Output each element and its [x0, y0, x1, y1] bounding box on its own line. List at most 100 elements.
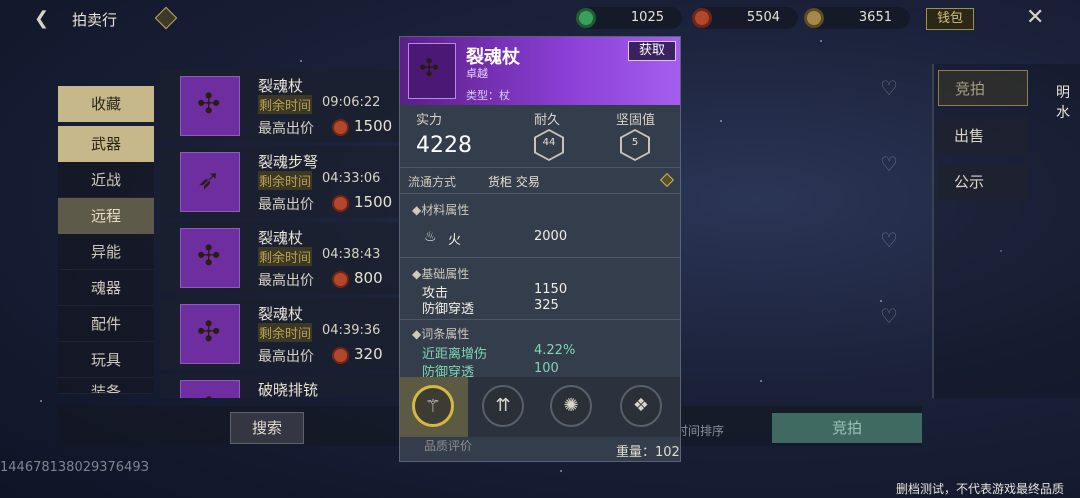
item-thumbnail: ✣	[180, 76, 240, 136]
tab-sell[interactable]: 出售	[938, 118, 1028, 154]
bid-value: 320	[354, 345, 383, 363]
material-section-title: ◆材料属性	[412, 203, 470, 217]
solidity-value: 5	[631, 137, 639, 148]
burst-skill-icon[interactable]: ⇈	[482, 385, 524, 427]
sort-dropdown[interactable]: 时间排序	[676, 422, 724, 439]
time-label: 剩余时间	[258, 247, 313, 266]
get-button[interactable]: 获取	[628, 41, 676, 61]
menu-favorites[interactable]: 收藏	[58, 86, 154, 122]
item-thumbnail: ✣	[180, 304, 240, 364]
back-icon[interactable]: ❮	[34, 8, 49, 29]
bid-value: 800	[354, 269, 383, 287]
info-diamond-icon[interactable]	[154, 6, 178, 30]
menu-sub-equipment[interactable]: 装备	[58, 378, 154, 394]
red-coin-icon	[692, 8, 712, 28]
page-title: 拍卖行	[72, 11, 118, 29]
menu-sub-soul[interactable]: 魂器	[58, 270, 154, 306]
circulation-value: 货柜 交易	[488, 175, 540, 189]
bid-label: 最高出价	[258, 121, 314, 137]
circulation-label: 流通方式	[408, 175, 457, 189]
durability-hex-icon: 44	[534, 129, 564, 161]
staff-icon: ✣	[197, 239, 221, 272]
coin-icon	[332, 271, 349, 288]
popup-quality: 卓越	[466, 67, 488, 80]
favorite-heart-icon[interactable]: ♡	[880, 76, 898, 100]
bid-label: 最高出价	[258, 197, 314, 213]
wing-skill-icon[interactable]: ✺	[550, 385, 592, 427]
divider	[400, 319, 680, 320]
staff-icon: ✣	[197, 87, 221, 120]
currency-red-value: 5504	[746, 10, 780, 25]
tab-auction[interactable]: 竞拍	[938, 70, 1028, 106]
menu-sub-toy[interactable]: 玩具	[58, 342, 154, 378]
affix-key: 近距离增伤	[422, 347, 488, 362]
popup-header: ✣ 裂魂杖 卓越 类型：杖 获取	[400, 37, 680, 105]
staff-icon: ✣	[419, 54, 440, 82]
material-key: 火	[448, 233, 462, 248]
category-menu: 收藏 武器 近战 远程 异能 魂器 配件 玩具 装备	[58, 86, 154, 394]
bean-coin-icon	[804, 8, 824, 28]
power-value: 4228	[416, 133, 472, 158]
popup-type: 类型：杖	[466, 89, 510, 102]
coin-icon	[332, 119, 349, 136]
beast-skill-icon[interactable]: ❖	[620, 385, 662, 427]
favorite-heart-icon[interactable]: ♡	[880, 304, 898, 328]
favorite-heart-icon[interactable]: ♡	[880, 228, 898, 252]
solidity-label: 坚固值	[616, 113, 656, 128]
time-value: 09:06:22	[322, 95, 381, 110]
time-label: 剩余时间	[258, 171, 313, 190]
base-key: 防御穿透	[422, 302, 475, 317]
base-section-title: ◆基础属性	[412, 267, 470, 281]
skill-bar: ⚚ ⇈ ✺ ❖	[400, 377, 680, 437]
currency-gold: 3651	[804, 7, 910, 29]
bid-value: 1500	[354, 193, 393, 211]
time-label: 剩余时间	[258, 95, 313, 114]
time-value: 04:33:06	[322, 171, 381, 186]
menu-sub-melee[interactable]: 近战	[58, 162, 154, 198]
staff-icon: ✣	[197, 315, 221, 348]
tab-public[interactable]: 公示	[938, 164, 1028, 200]
crossbow-icon: ➶	[197, 163, 221, 196]
menu-sub-ranged[interactable]: 远程	[58, 198, 154, 234]
favorite-heart-icon[interactable]: ♡	[880, 152, 898, 176]
menu-weapons[interactable]: 武器	[58, 126, 154, 162]
menu-sub-ability[interactable]: 异能	[58, 234, 154, 270]
bid-value: 1500	[354, 117, 393, 135]
power-label: 实力	[416, 113, 443, 128]
bid-button[interactable]: 竞拍	[772, 413, 922, 443]
currency-green-value: 1025	[630, 10, 664, 25]
circulation-info-icon[interactable]	[659, 172, 675, 188]
test-notice: 删档测试，不代表游戏最终品质	[896, 482, 1065, 496]
gun-icon: ✣	[197, 391, 220, 398]
currency-red: 5504	[692, 7, 798, 29]
divider	[400, 167, 680, 168]
item-name: 裂魂杖	[258, 229, 304, 247]
item-name: 破晓排铳	[258, 381, 319, 398]
item-name: 裂魂杖	[258, 305, 304, 323]
base-value: 1150	[534, 282, 568, 297]
item-detail-popup: ✣ 裂魂杖 卓越 类型：杖 获取 实力 4228 耐久 44 坚固值 5 流通方…	[399, 36, 681, 462]
cut-off-label: 明水	[1056, 85, 1070, 121]
divider	[400, 257, 680, 258]
fire-icon: ♨	[424, 229, 437, 245]
close-icon[interactable]: ✕	[1026, 5, 1044, 30]
time-value: 04:39:36	[322, 323, 381, 338]
coin-icon	[332, 347, 349, 364]
time-label: 剩余时间	[258, 323, 313, 342]
currency-gold-value: 3651	[858, 10, 892, 25]
menu-sub-accessory[interactable]: 配件	[58, 306, 154, 342]
staff-skill-icon[interactable]: ⚚	[412, 385, 454, 427]
solidity-hex-icon: 5	[620, 129, 650, 161]
green-coin-icon	[576, 8, 596, 28]
item-thumbnail: ➶	[180, 152, 240, 212]
wallet-button[interactable]: 钱包	[926, 8, 974, 30]
top-bar: ❮ 拍卖行 1025 5504 3651 钱包 ✕	[0, 0, 1080, 36]
item-icon: ✣	[408, 43, 456, 99]
search-button[interactable]: 搜索	[230, 412, 304, 444]
material-value: 2000	[534, 229, 568, 244]
time-value: 04:38:43	[322, 247, 381, 262]
item-name: 裂魂步弩	[258, 153, 319, 171]
currency-green: 1025	[576, 7, 682, 29]
affix-value: 100	[534, 361, 559, 376]
user-id: 14467813802937649З	[0, 460, 149, 475]
